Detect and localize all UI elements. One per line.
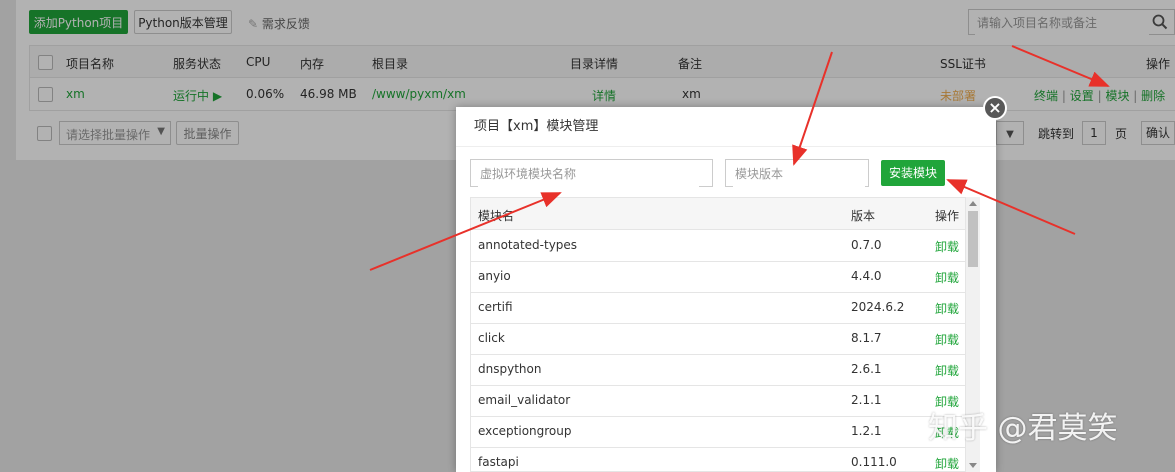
header-version: 版本 (851, 209, 876, 223)
uninstall-link[interactable]: 卸载 (935, 238, 959, 255)
module-version: 0.111.0 (851, 455, 897, 469)
uninstall-link[interactable]: 卸载 (935, 300, 959, 317)
uninstall-link[interactable]: 卸载 (935, 362, 959, 379)
module-row: exceptiongroup 1.2.1 卸载 (471, 416, 965, 448)
module-version: 2024.6.2 (851, 300, 905, 314)
module-row: certifi 2024.6.2 卸载 (471, 292, 965, 324)
watermark: 知乎 @君莫笑 (928, 411, 1118, 446)
module-version-input[interactable] (733, 161, 865, 187)
uninstall-link[interactable]: 卸载 (935, 269, 959, 286)
header-operation: 操作 (935, 209, 960, 223)
module-name: anyio (478, 269, 511, 283)
uninstall-link[interactable]: 卸载 (935, 455, 959, 471)
uninstall-link[interactable]: 卸载 (935, 331, 959, 348)
module-row: annotated-types 0.7.0 卸载 (471, 230, 965, 262)
module-name-field[interactable] (470, 159, 713, 187)
module-version: 2.1.1 (851, 393, 882, 407)
dialog-title: 项目【xm】模块管理 (456, 107, 996, 147)
module-row: fastapi 0.111.0 卸载 (471, 447, 965, 471)
module-version: 0.7.0 (851, 238, 882, 252)
module-row: email_validator 2.1.1 卸载 (471, 385, 965, 417)
module-version: 1.2.1 (851, 424, 882, 438)
module-version-field[interactable] (725, 159, 869, 187)
module-name: fastapi (478, 455, 519, 469)
module-version: 8.1.7 (851, 331, 882, 345)
scrollbar-thumb[interactable] (968, 211, 978, 267)
module-row: click 8.1.7 卸载 (471, 323, 965, 355)
module-name: email_validator (478, 393, 571, 407)
module-version: 4.4.0 (851, 269, 882, 283)
module-name: certifi (478, 300, 513, 314)
module-name-input[interactable] (478, 161, 699, 187)
module-version: 2.6.1 (851, 362, 882, 376)
scroll-up-icon[interactable] (969, 201, 977, 206)
install-module-button[interactable]: 安装模块 (881, 160, 945, 186)
module-row: anyio 4.4.0 卸载 (471, 261, 965, 293)
module-name: dnspython (478, 362, 542, 376)
scroll-down-icon[interactable] (969, 463, 977, 468)
module-table-header: 模块名 版本 操作 (471, 198, 965, 230)
module-name: click (478, 331, 505, 345)
header-module-name: 模块名 (478, 209, 515, 223)
close-icon[interactable]: × (983, 96, 1007, 120)
module-name: annotated-types (478, 238, 578, 252)
module-name: exceptiongroup (478, 424, 572, 438)
module-row: dnspython 2.6.1 卸载 (471, 354, 965, 386)
module-management-dialog: 项目【xm】模块管理 安装模块 模块名 版本 操作 annotated-type… (456, 107, 996, 472)
module-table: 模块名 版本 操作 annotated-types 0.7.0 卸载 anyio 4.4… (470, 197, 966, 472)
